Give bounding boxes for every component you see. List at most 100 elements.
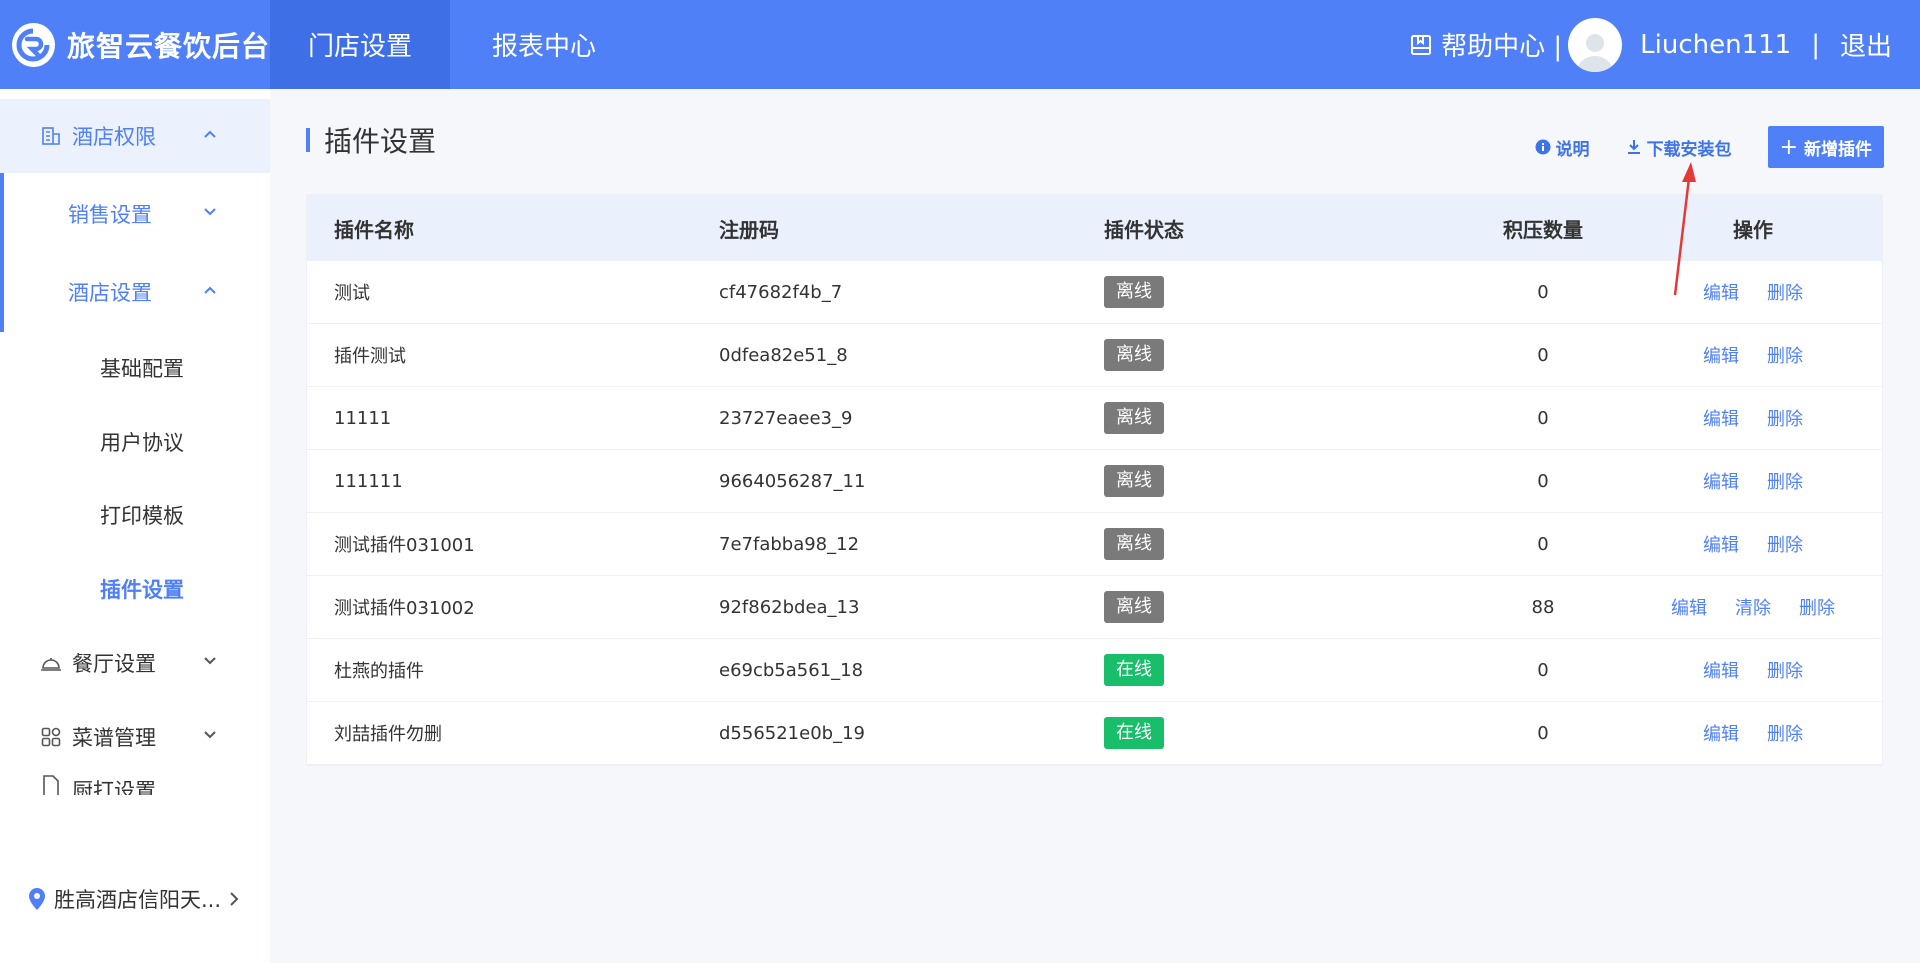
- chevron-up-icon: [204, 286, 216, 294]
- page-title: 插件设置: [306, 122, 436, 158]
- sidebar-item-restaurant-settings[interactable]: 餐厅设置: [0, 626, 270, 700]
- table-body: 测试 cf47682f4b_7 离线 0 编辑 删除 插件测试 0dfea82e51_8 离线 0…: [307, 261, 1882, 765]
- sidebar-item-label: 酒店设置: [68, 281, 152, 305]
- plugin-name: 刘喆插件勿删: [334, 724, 442, 745]
- plugin-status-cell: 离线: [1077, 591, 1462, 623]
- backlog-count: 0: [1537, 470, 1549, 492]
- plugin-name: 11111: [334, 407, 392, 429]
- sidebar-item-kitchen-print[interactable]: 厨打设置: [0, 775, 270, 795]
- delete-link[interactable]: 删除: [1767, 405, 1803, 431]
- edit-link[interactable]: 编辑: [1671, 594, 1707, 620]
- backlog-count: 0: [1537, 659, 1549, 681]
- hotel-switcher[interactable]: 胜高酒店信阳天...: [28, 884, 239, 914]
- sidebar: 酒店权限 销售设置 酒店设置 基础配置 用户协议 打印模板 插件设置 餐厅设置: [0, 89, 270, 963]
- table-row: 测试 cf47682f4b_7 离线 0 编辑 删除: [307, 261, 1882, 324]
- sidebar-item-menu-management[interactable]: 菜谱管理: [0, 700, 270, 774]
- avatar[interactable]: [1568, 17, 1623, 72]
- download-label: 下载安装包: [1646, 139, 1732, 160]
- edit-link[interactable]: 编辑: [1703, 405, 1739, 431]
- tab-report-center[interactable]: 报表中心: [450, 0, 638, 89]
- backlog-count: 0: [1537, 533, 1549, 555]
- sidebar-item-sales-settings[interactable]: 销售设置: [0, 177, 270, 251]
- plugin-name: 111111: [334, 470, 403, 492]
- sidebar-item-hotel-rights[interactable]: 酒店权限: [0, 99, 270, 173]
- plugin-status-cell: 离线: [1077, 465, 1462, 497]
- table-row: 11111 23727eaee3_9 离线 0 编辑 删除: [307, 387, 1882, 450]
- sidebar-item-user-agreement[interactable]: 用户协议: [0, 405, 270, 479]
- sidebar-item-label: 销售设置: [68, 203, 152, 227]
- hotel-name: 胜高酒店信阳天...: [54, 888, 222, 912]
- delete-link[interactable]: 删除: [1767, 279, 1803, 305]
- sidebar-item-label: 餐厅设置: [72, 652, 156, 676]
- table-row: 刘喆插件勿删 d556521e0b_19 在线 0 编辑 删除: [307, 702, 1882, 765]
- row-actions: 编辑 删除: [1624, 405, 1882, 431]
- row-actions: 编辑 删除: [1624, 657, 1882, 683]
- page-title-text: 插件设置: [324, 125, 437, 158]
- plugin-name: 杜燕的插件: [334, 661, 424, 682]
- edit-link[interactable]: 编辑: [1703, 468, 1739, 494]
- edit-link[interactable]: 编辑: [1703, 657, 1739, 683]
- table-row: 测试插件031001 7e7fabba98_12 离线 0 编辑 删除: [307, 513, 1882, 576]
- location-pin-icon: [29, 888, 45, 910]
- delete-link[interactable]: 删除: [1767, 342, 1803, 368]
- delete-link[interactable]: 删除: [1767, 468, 1803, 494]
- plugin-name: 测试插件031001: [334, 535, 475, 556]
- delete-link[interactable]: 删除: [1767, 657, 1803, 683]
- table-row: 杜燕的插件 e69cb5a561_18 在线 0 编辑 删除: [307, 639, 1882, 702]
- chevron-down-icon: [204, 208, 216, 216]
- plugin-table: 插件名称 注册码 插件状态 积压数量 操作 测试 cf47682f4b_7 离线 0 编…: [306, 194, 1883, 766]
- title-accent-bar: [306, 128, 310, 152]
- toolbar: 说明 下载安装包 + 新增插件: [1535, 126, 1884, 168]
- sidebar-item-hotel-settings[interactable]: 酒店设置: [0, 255, 270, 329]
- explain-label: 说明: [1555, 139, 1590, 160]
- table-header: 插件名称 注册码 插件状态 积压数量 操作: [307, 195, 1882, 261]
- book-icon: [1411, 34, 1432, 55]
- plugin-name: 测试: [334, 283, 370, 304]
- edit-link[interactable]: 编辑: [1703, 279, 1739, 305]
- explain-link[interactable]: 说明: [1535, 135, 1590, 160]
- add-plugin-button[interactable]: + 新增插件: [1767, 126, 1884, 168]
- status-badge: 在线: [1104, 654, 1164, 686]
- delete-link[interactable]: 删除: [1767, 531, 1803, 557]
- info-icon: [1535, 139, 1551, 155]
- delete-link[interactable]: 删除: [1799, 594, 1835, 620]
- grid-icon: [40, 726, 62, 748]
- sidebar-item-label: 厨打设置: [72, 779, 156, 795]
- sidebar-item-print-template[interactable]: 打印模板: [0, 478, 270, 552]
- building-icon: [40, 125, 62, 147]
- column-header-name: 插件名称: [334, 217, 414, 242]
- edit-link[interactable]: 编辑: [1703, 342, 1739, 368]
- logout-button[interactable]: 退出: [1840, 26, 1892, 63]
- header-user-area: 帮助中心 | Liuchen111 | 退出: [1409, 17, 1920, 72]
- help-center-label: 帮助中心 |: [1441, 32, 1563, 62]
- backlog-count: 0: [1537, 344, 1549, 366]
- status-badge: 离线: [1104, 465, 1164, 497]
- backlog-count: 0: [1537, 407, 1549, 429]
- tab-store-settings[interactable]: 门店设置: [270, 0, 450, 89]
- download-package-link[interactable]: 下载安装包: [1626, 135, 1732, 160]
- top-header: 旅智云餐饮后台 门店设置 报表中心 帮助中心 | Liuchen111 | 退出: [0, 0, 1920, 89]
- logo-icon: [12, 22, 55, 67]
- app-logo[interactable]: 旅智云餐饮后台: [0, 22, 270, 67]
- backlog-count: 0: [1537, 722, 1549, 744]
- row-actions: 编辑 删除: [1624, 531, 1882, 557]
- sidebar-item-plugin-settings[interactable]: 插件设置: [0, 552, 270, 626]
- chevron-up-icon: [204, 130, 216, 138]
- edit-link[interactable]: 编辑: [1703, 531, 1739, 557]
- row-actions: 编辑 删除: [1624, 342, 1882, 368]
- cloche-icon: [40, 652, 62, 674]
- registration-code: e69cb5a561_18: [719, 659, 864, 681]
- row-actions: 编辑 清除 删除: [1624, 594, 1882, 620]
- sidebar-item-basic-config[interactable]: 基础配置: [0, 331, 270, 405]
- clear-link[interactable]: 清除: [1735, 594, 1771, 620]
- registration-code: 92f862bdea_13: [719, 596, 860, 618]
- edit-link[interactable]: 编辑: [1703, 720, 1739, 746]
- status-badge: 离线: [1104, 276, 1164, 308]
- column-header-code: 注册码: [719, 217, 779, 242]
- sidebar-item-label: 酒店权限: [72, 125, 156, 149]
- delete-link[interactable]: 删除: [1767, 720, 1803, 746]
- status-badge: 在线: [1104, 717, 1164, 749]
- table-row: 插件测试 0dfea82e51_8 离线 0 编辑 删除: [307, 324, 1882, 387]
- backlog-count: 88: [1531, 596, 1555, 618]
- help-center-link[interactable]: 帮助中心 |: [1409, 26, 1562, 63]
